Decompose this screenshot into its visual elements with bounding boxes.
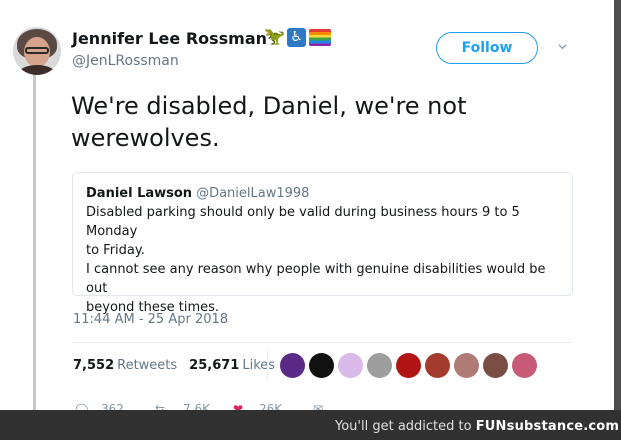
tweet-text: We're disabled, Daniel, we're not werewo… — [71, 92, 467, 152]
tweet-timestamp[interactable]: 11:44 AM - 25 Apr 2018 — [73, 312, 228, 327]
liker-avatar[interactable] — [425, 353, 450, 378]
quoted-tweet[interactable]: Daniel Lawson @DanielLaw1998 Disabled par… — [72, 172, 573, 315]
wheelchair-icon: ♿ — [287, 28, 306, 47]
retweets-count: 7,552 — [73, 358, 115, 373]
window-edge — [614, 0, 621, 440]
watermark-text: You'll get addicted to FUNsubstance.com — [335, 419, 619, 434]
likes-label: Likes — [242, 358, 276, 373]
liker-avatar[interactable] — [454, 353, 479, 378]
liker-avatar[interactable] — [280, 353, 305, 378]
retweets-stat[interactable]: 7,552 Retweets — [73, 358, 177, 373]
tweet-stats: 7,552 Retweets 25,671 Likes — [73, 358, 275, 373]
liker-avatar[interactable] — [512, 353, 537, 378]
watermark-brand: FUNsubstance.com — [475, 419, 620, 434]
quoted-text-line: to Friday. — [86, 243, 145, 258]
t-rex-icon: 🦖 — [264, 27, 286, 47]
chevron-down-icon[interactable] — [558, 42, 567, 51]
liker-avatar[interactable] — [309, 353, 334, 378]
watermark-prefix: You'll get addicted to — [335, 419, 472, 434]
quoted-author-handle: @DanielLaw1998 — [196, 186, 310, 201]
stats-divider — [267, 350, 268, 380]
author-avatar[interactable] — [13, 27, 61, 75]
follow-button[interactable]: Follow — [436, 32, 538, 64]
author-handle[interactable]: @JenLRossman — [72, 53, 179, 69]
quoted-author-name: Daniel Lawson — [86, 186, 193, 201]
thread-line — [33, 74, 36, 410]
rainbow-flag-icon — [309, 29, 331, 46]
quoted-text-line: Disabled parking should only be valid du… — [86, 205, 520, 239]
liker-avatar[interactable] — [396, 353, 421, 378]
liker-avatar[interactable] — [338, 353, 363, 378]
author-name[interactable]: Jennifer Lee Rossman — [72, 29, 267, 48]
retweets-label: Retweets — [117, 358, 178, 373]
quoted-text-line: I cannot see any reason why people with … — [86, 262, 546, 296]
quoted-tweet-header: Daniel Lawson @DanielLaw1998 — [86, 185, 562, 203]
liker-avatar[interactable] — [483, 353, 508, 378]
liker-avatar[interactable] — [367, 353, 392, 378]
name-emojis: 🦖 ♿ — [264, 28, 331, 47]
divider — [72, 342, 572, 343]
likes-stat[interactable]: 25,671 Likes — [189, 358, 275, 373]
likes-count: 25,671 — [189, 358, 240, 373]
